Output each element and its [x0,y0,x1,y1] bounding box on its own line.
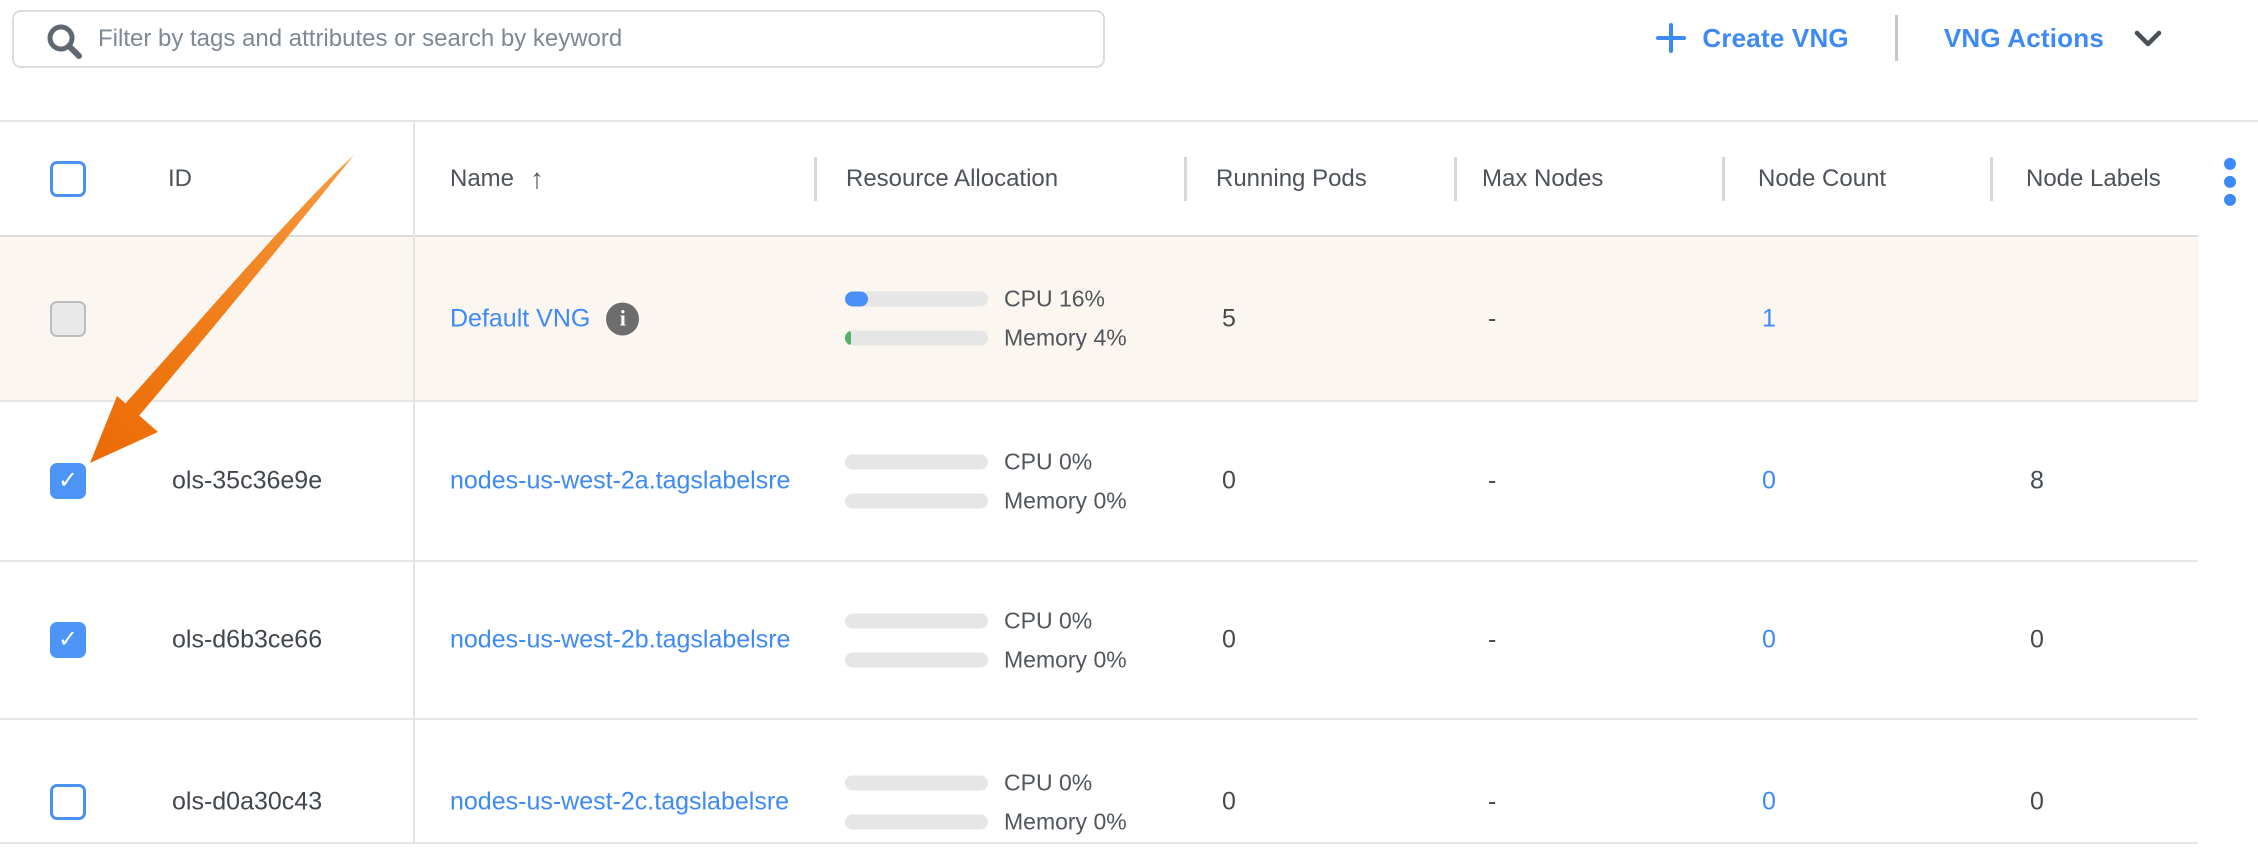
cpu-bar [845,775,988,790]
node-count-link[interactable]: 1 [1762,304,1776,333]
plus-icon [1656,23,1686,53]
info-icon[interactable]: i [606,302,639,335]
vng-id: ols-d0a30c43 [172,788,322,817]
max-nodes-value: - [1488,788,1496,817]
memory-bar [845,493,988,508]
vng-name-link[interactable]: nodes-us-west-2b.tagslabelsre [450,626,790,655]
table-row: Default VNG i CPU 16% Memory 4% 5 - 1 [0,237,2198,402]
vng-name-link[interactable]: nodes-us-west-2a.tagslabelsre [450,467,790,496]
column-header-max-nodes[interactable]: Max Nodes [1482,165,1603,193]
vng-actions-label: VNG Actions [1944,23,2104,54]
cpu-bar [845,613,988,628]
chevron-down-icon [2134,30,2162,47]
memory-bar [845,331,988,346]
running-pods-value: 0 [1222,626,1236,655]
sort-ascending-icon: ↑ [530,165,544,193]
memory-bar [845,652,988,667]
cpu-bar [845,454,988,469]
header-divider [1184,157,1187,201]
running-pods-value: 0 [1222,467,1236,496]
vng-name-link[interactable]: Default VNG [450,304,590,333]
header-divider [814,157,817,201]
table-header: ID Name ↑ Resource Allocation Running Po… [0,122,2198,237]
vng-actions-button[interactable]: VNG Actions [1944,23,2162,54]
vng-name-link[interactable]: nodes-us-west-2c.tagslabelsre [450,788,789,817]
max-nodes-value: - [1488,467,1496,496]
create-vng-button[interactable]: Create VNG [1656,23,1849,54]
vng-id: ols-d6b3ce66 [172,626,322,655]
running-pods-value: 0 [1222,788,1236,817]
column-header-id[interactable]: ID [168,165,192,193]
column-header-node-count[interactable]: Node Count [1758,165,1886,193]
node-labels-value: 0 [2030,788,2044,817]
header-divider [1990,157,1993,201]
max-nodes-value: - [1488,626,1496,655]
column-divider [413,122,415,844]
running-pods-value: 5 [1222,304,1236,333]
row-checkbox[interactable] [50,784,86,820]
vng-id: ols-35c36e9e [172,467,322,496]
node-count-link[interactable]: 0 [1762,467,1776,496]
header-divider [1722,157,1725,201]
row-checkbox[interactable] [50,622,86,658]
kebab-menu-icon[interactable] [2224,157,2236,205]
row-checkbox [50,301,86,337]
create-vng-label: Create VNG [1702,23,1849,54]
vng-table: ID Name ↑ Resource Allocation Running Po… [0,120,2258,844]
column-header-resource-allocation[interactable]: Resource Allocation [846,165,1058,193]
column-header-name[interactable]: Name ↑ [450,165,544,193]
table-row: ols-35c36e9e nodes-us-west-2a.tagslabels… [0,402,2198,562]
max-nodes-value: - [1488,304,1496,333]
toolbar: Create VNG VNG Actions [0,0,2258,120]
resource-allocation: CPU 0% Memory 0% [845,607,1127,674]
column-header-node-labels[interactable]: Node Labels [2026,165,2161,193]
table-row: ols-d0a30c43 nodes-us-west-2c.tagslabels… [0,720,2198,844]
resource-allocation: CPU 16% Memory 4% [845,285,1127,352]
resource-allocation: CPU 0% Memory 0% [845,448,1127,515]
row-checkbox[interactable] [50,463,86,499]
search-input[interactable] [12,10,1105,68]
node-count-link[interactable]: 0 [1762,788,1776,817]
select-all-checkbox[interactable] [50,161,86,197]
header-divider [1454,157,1457,201]
table-row: ols-d6b3ce66 nodes-us-west-2b.tagslabels… [0,562,2198,720]
node-labels-value: 8 [2030,467,2044,496]
column-header-running-pods[interactable]: Running Pods [1216,165,1367,193]
toolbar-divider [1895,15,1898,61]
node-count-link[interactable]: 0 [1762,626,1776,655]
resource-allocation: CPU 0% Memory 0% [845,769,1127,836]
cpu-bar [845,292,988,307]
memory-bar [845,814,988,829]
node-labels-value: 0 [2030,626,2044,655]
